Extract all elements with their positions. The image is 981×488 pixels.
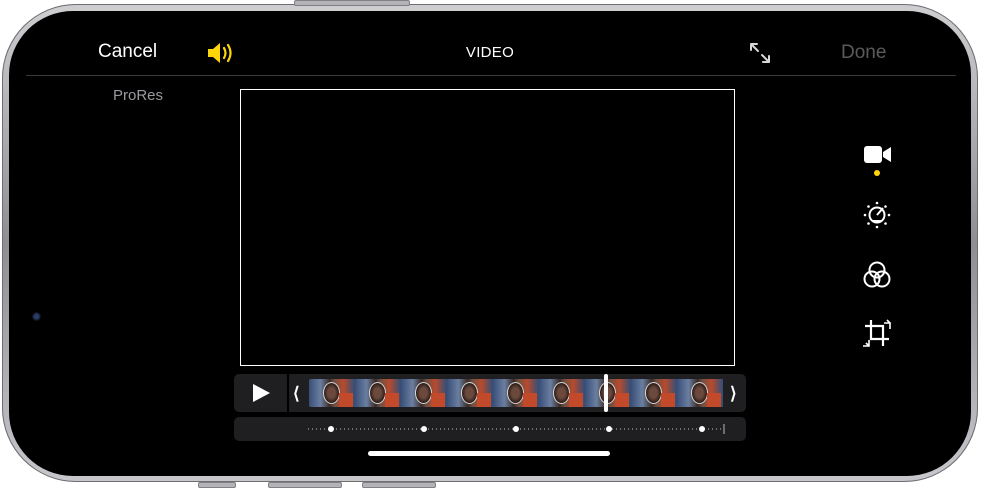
- screen: Cancel VIDEO Done ProRes ⟨ ⟩: [9, 11, 971, 476]
- selected-tool-indicator: [874, 170, 880, 176]
- volume-up-button: [268, 482, 342, 488]
- video-preview[interactable]: [240, 89, 735, 366]
- scrubber-ticks: [308, 424, 725, 434]
- filmstrip[interactable]: [309, 379, 725, 407]
- playhead[interactable]: [604, 374, 608, 412]
- play-icon: [253, 384, 270, 402]
- play-divider: [287, 374, 289, 412]
- home-indicator[interactable]: [368, 451, 610, 456]
- trim-handle-right[interactable]: ⟩: [730, 384, 737, 404]
- crop-icon[interactable]: [863, 318, 891, 348]
- film-frame: [355, 379, 401, 407]
- adjust-dial-icon[interactable]: [862, 201, 892, 229]
- volume-down-button: [362, 482, 436, 488]
- film-frame: [585, 379, 631, 407]
- filters-icon[interactable]: [863, 261, 891, 289]
- scrubber-track[interactable]: [234, 417, 746, 441]
- play-button[interactable]: [234, 374, 286, 412]
- timeline: ⟨ ⟩: [234, 374, 746, 412]
- prores-badge: ProRes: [113, 87, 164, 104]
- film-frame: [631, 379, 677, 407]
- front-camera: [32, 312, 41, 321]
- top-toolbar: Cancel VIDEO Done: [9, 11, 971, 77]
- film-frame: [447, 379, 493, 407]
- page-title: VIDEO: [465, 44, 515, 61]
- film-frame: [539, 379, 585, 407]
- film-frame: [309, 379, 355, 407]
- expand-arrows-icon[interactable]: [747, 40, 773, 66]
- power-button: [294, 0, 410, 6]
- silent-switch: [198, 482, 236, 488]
- film-frame: [401, 379, 447, 407]
- trim-handle-left[interactable]: ⟨: [293, 384, 300, 404]
- film-frame: [677, 379, 723, 407]
- done-button[interactable]: Done: [841, 42, 886, 64]
- video-camera-icon[interactable]: [863, 144, 893, 166]
- film-frame: [493, 379, 539, 407]
- toolbar-divider: [26, 75, 956, 76]
